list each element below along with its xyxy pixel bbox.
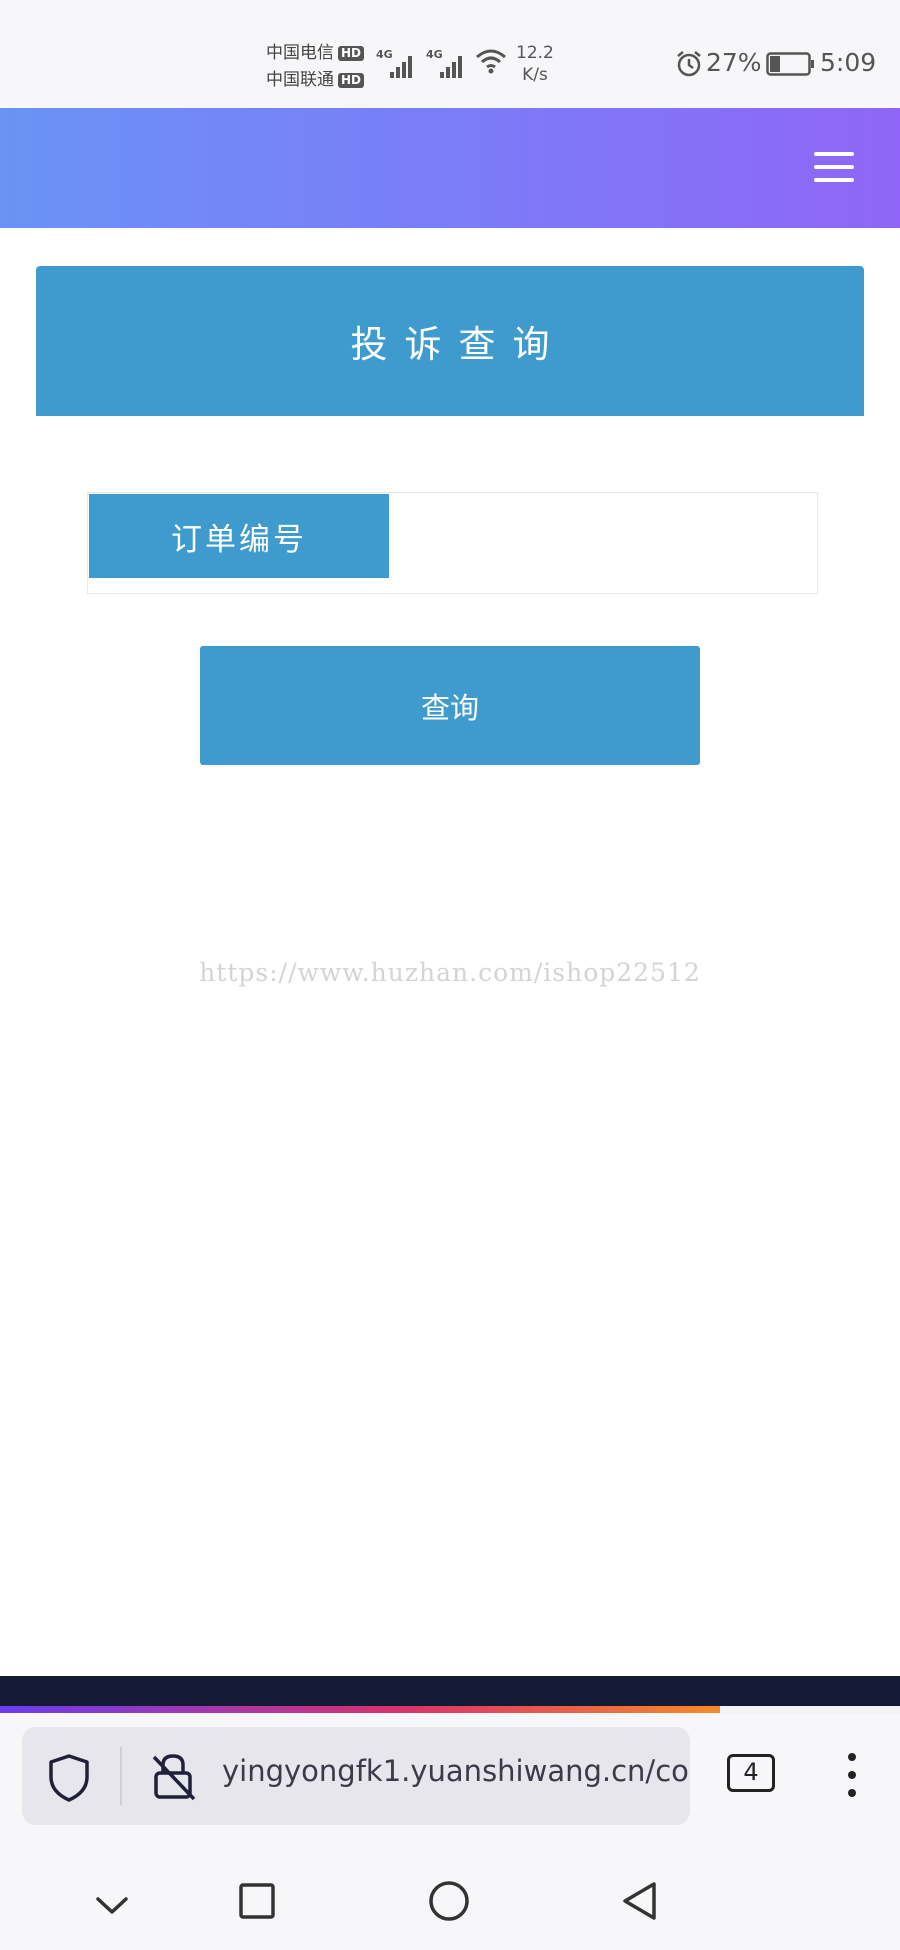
- carrier-1: 中国电信: [266, 43, 334, 63]
- order-number-row: 订单编号: [87, 492, 818, 594]
- battery-icon: [766, 52, 814, 76]
- insecure-lock-icon[interactable]: [150, 1751, 198, 1803]
- tab-count-button[interactable]: 4: [727, 1754, 775, 1792]
- status-bar: 中国电信 HD 中国联通 HD 4G 4G 12.2 K/s 27% 5:09: [0, 0, 900, 108]
- divider: [120, 1747, 122, 1805]
- url-text[interactable]: yingyongfk1.yuanshiwang.cn/con: [222, 1754, 688, 1788]
- network-speed: 12.2 K/s: [516, 42, 554, 86]
- order-number-input[interactable]: [389, 494, 816, 592]
- order-number-label: 订单编号: [89, 494, 389, 578]
- speed-unit: K/s: [522, 65, 548, 85]
- speed-value: 12.2: [516, 43, 554, 63]
- chevron-down-icon[interactable]: [94, 1894, 130, 1918]
- home-icon[interactable]: [428, 1880, 470, 1922]
- progress-fill: [0, 1706, 720, 1713]
- clock: 5:09: [820, 48, 877, 77]
- shield-icon[interactable]: [46, 1753, 92, 1803]
- page-title: 投诉查询: [350, 323, 567, 366]
- hamburger-menu-icon[interactable]: [814, 152, 854, 182]
- alarm-icon: [677, 51, 701, 77]
- page-bottom-strip: [0, 1676, 900, 1706]
- complaint-title-panel: 投诉查询: [36, 266, 864, 416]
- more-options-icon[interactable]: [846, 1753, 858, 1801]
- wifi-icon: [476, 49, 506, 74]
- watermark: https://www.huzhan.com/ishop22512: [199, 958, 701, 987]
- system-navigation-bar: [0, 1860, 900, 1950]
- battery-percent: 27%: [706, 48, 762, 77]
- page-load-progress: [0, 1706, 900, 1713]
- hd-badge: HD: [338, 46, 365, 61]
- carrier-2: 中国联通: [266, 70, 334, 90]
- carrier-info: 中国电信 HD 中国联通 HD: [266, 40, 365, 94]
- recent-apps-icon[interactable]: [238, 1882, 276, 1920]
- query-button[interactable]: 查询: [200, 646, 700, 765]
- back-icon[interactable]: [620, 1880, 660, 1922]
- app-header: [0, 108, 900, 228]
- hd-badge: HD: [338, 73, 365, 88]
- address-bar[interactable]: yingyongfk1.yuanshiwang.cn/con: [22, 1727, 690, 1825]
